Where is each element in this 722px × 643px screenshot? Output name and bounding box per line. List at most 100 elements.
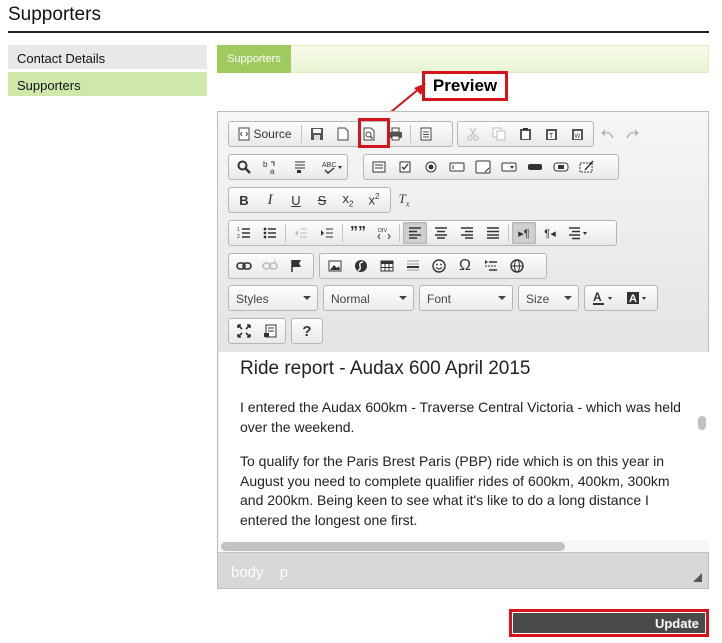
copy-icon (492, 127, 506, 141)
radio-button-tool[interactable] (419, 156, 443, 178)
bold-button[interactable]: B (232, 189, 256, 211)
align-right-icon (461, 227, 473, 239)
language-button[interactable] (564, 222, 594, 244)
font-select[interactable]: Font (419, 285, 513, 311)
background-color-button[interactable]: A (622, 287, 654, 309)
paste-text-button[interactable]: T (539, 123, 563, 145)
align-left-button[interactable] (403, 222, 427, 244)
horizontal-scroll-thumb[interactable] (221, 542, 565, 551)
element-path-body[interactable]: body (231, 564, 264, 581)
sidebar-item-contact-details[interactable]: Contact Details (8, 45, 207, 69)
toolbar-separator (285, 224, 286, 242)
link-button[interactable] (232, 255, 256, 277)
format-select[interactable]: Normal (323, 285, 414, 311)
align-right-button[interactable] (455, 222, 479, 244)
table-button[interactable] (375, 255, 399, 277)
indent-button[interactable] (315, 222, 339, 244)
sidebar-item-supporters[interactable]: Supporters (8, 72, 207, 96)
form-button[interactable] (367, 156, 391, 178)
bulleted-list-button[interactable] (258, 222, 282, 244)
blockquote-button[interactable]: ”” (346, 222, 370, 244)
show-blocks-button[interactable] (258, 320, 282, 342)
paste-word-button[interactable]: W (565, 123, 589, 145)
toolbar-separator (399, 224, 400, 242)
flash-button[interactable] (349, 255, 373, 277)
italic-button[interactable]: I (258, 189, 282, 211)
new-page-button[interactable] (331, 123, 355, 145)
numbered-list-button[interactable]: 12 (232, 222, 256, 244)
chevron-down-icon (564, 296, 572, 300)
preview-button-highlight (358, 118, 390, 148)
editor-content[interactable]: Ride report - Audax 600 April 2015 I ent… (219, 352, 709, 552)
page-break-button[interactable] (479, 255, 503, 277)
outdent-button[interactable] (289, 222, 313, 244)
horizontal-scrollbar[interactable] (219, 540, 709, 552)
image-button[interactable] (323, 255, 347, 277)
tab-supporters[interactable]: Supporters (217, 45, 291, 73)
maximize-button[interactable] (232, 320, 256, 342)
vertical-scrollbar[interactable] (698, 352, 706, 540)
rtl-icon: ¶◂ (544, 227, 556, 240)
subscript-button[interactable]: x2 (336, 189, 360, 211)
resize-handle-icon[interactable] (693, 573, 702, 582)
cut-button[interactable] (461, 123, 485, 145)
numbered-list-icon: 12 (237, 227, 250, 240)
anchor-button[interactable] (284, 255, 308, 277)
text-direction-ltr-button[interactable]: ▸¶ (512, 222, 536, 244)
replace-button[interactable]: ba (258, 156, 282, 178)
hidden-field-button[interactable] (575, 156, 599, 178)
checkbox-button[interactable] (393, 156, 417, 178)
source-button[interactable]: Source (232, 123, 298, 145)
format-select-value: Normal (331, 292, 370, 306)
button-field-button[interactable] (523, 156, 547, 178)
horizontal-rule-button[interactable] (401, 255, 425, 277)
smiley-button[interactable] (427, 255, 451, 277)
update-button[interactable]: Update (513, 613, 705, 633)
size-select-value: Size (526, 292, 550, 306)
image-button-field-button[interactable] (549, 156, 573, 178)
select-all-button[interactable] (288, 156, 312, 178)
toolbar-separator (410, 125, 411, 143)
toolbar-separator (301, 125, 302, 143)
svg-text:b: b (263, 160, 268, 169)
toolbar-separator (342, 224, 343, 242)
superscript-button[interactable]: x2 (362, 189, 386, 211)
copy-button[interactable] (487, 123, 511, 145)
align-center-button[interactable] (429, 222, 453, 244)
select-field-button[interactable] (497, 156, 521, 178)
element-path-p[interactable]: p (280, 564, 288, 581)
underline-button[interactable]: U (284, 189, 308, 211)
spellcheck-button[interactable]: ABC (318, 156, 348, 178)
unlink-icon (262, 260, 278, 270)
styles-select[interactable]: Styles (228, 285, 318, 311)
text-field-icon (449, 162, 465, 172)
size-select[interactable]: Size (518, 285, 579, 311)
vertical-scroll-thumb[interactable] (698, 416, 706, 430)
justify-button[interactable] (481, 222, 505, 244)
special-char-button[interactable]: Ω (453, 255, 477, 277)
toolbar-separator (508, 224, 509, 242)
find-button[interactable] (232, 156, 256, 178)
paste-button[interactable] (513, 123, 537, 145)
remove-format-button[interactable]: Tx (392, 189, 416, 211)
iframe-button[interactable] (505, 255, 529, 277)
text-direction-rtl-button[interactable]: ¶◂ (538, 222, 562, 244)
text-field-button[interactable] (445, 156, 469, 178)
save-icon (311, 128, 323, 140)
textarea-button[interactable] (471, 156, 495, 178)
strike-button[interactable]: S (310, 189, 334, 211)
save-button[interactable] (305, 123, 329, 145)
templates-button[interactable] (414, 123, 438, 145)
undo-button[interactable] (595, 123, 619, 145)
quote-icon: ”” (350, 224, 366, 241)
preview-callout-label: Preview (422, 71, 508, 101)
create-div-button[interactable]: DIV (372, 222, 396, 244)
toolbar-group-insert: Ω (319, 253, 547, 279)
help-button[interactable]: ? (295, 320, 319, 342)
redo-button[interactable] (621, 123, 645, 145)
justify-icon (487, 227, 499, 239)
update-button-highlight: Update (509, 609, 709, 637)
unlink-button[interactable] (258, 255, 282, 277)
text-color-button[interactable]: A (588, 287, 620, 309)
spellcheck-icon: ABC (322, 162, 342, 174)
